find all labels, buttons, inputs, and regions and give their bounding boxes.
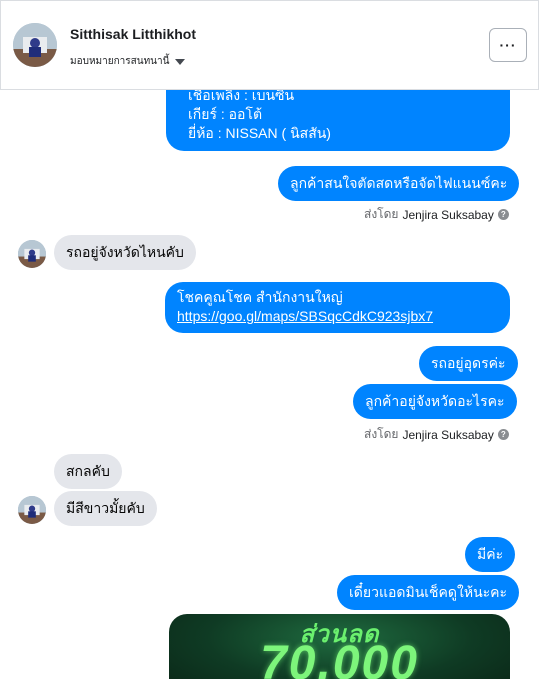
message-text: มีสีขาวมั้ยคับ	[66, 500, 145, 516]
sent-by-name: Jenjira Suksabay	[402, 207, 494, 222]
message-text: ลูกค้าอยู่จังหวัดอะไรคะ	[365, 393, 505, 409]
message-text: เกียร์ : ออโต้	[188, 106, 263, 122]
message-text: มีค่ะ	[477, 546, 504, 562]
sent-by-label: ส่งโดย Jenjira Suksabay ?	[364, 205, 509, 224]
message-text: ยี่ห้อ : NISSAN ( นิสสัน)	[188, 125, 331, 141]
assign-conversation-dropdown[interactable]: มอบหมายการสนทนานี้	[70, 54, 186, 69]
avatar-photo-icon	[18, 240, 46, 268]
message-bubble-outgoing[interactable]: รถอยู่อุดรค่ะ	[419, 346, 518, 381]
message-bubble-outgoing[interactable]: ลูกค้าสนใจตัดสดหรือจัดไฟแนนซ์คะ	[278, 166, 520, 201]
sent-by-name: Jenjira Suksabay	[402, 427, 494, 442]
message-bubble-outgoing[interactable]: ลูกค้าอยู่จังหวัดอะไรคะ	[353, 384, 517, 419]
contact-name[interactable]: Sitthisak Litthikhot	[70, 26, 196, 42]
map-link[interactable]: https://goo.gl/maps/SBSqcCdkC923sjbx7	[177, 307, 498, 326]
message-text: รถอยู่อุดรค่ะ	[431, 355, 506, 371]
sent-by-prefix: ส่งโดย	[364, 427, 399, 441]
sent-by-prefix: ส่งโดย	[364, 207, 399, 221]
message-bubble-outgoing[interactable]: เดี๋ยวแอดมินเช็คดูให้นะคะ	[337, 575, 520, 610]
avatar-photo-icon	[18, 496, 46, 524]
message-text: รถอยู่จังหวัดไหนคับ	[66, 244, 184, 260]
contact-avatar-small[interactable]	[18, 496, 46, 524]
more-options-button[interactable]: ···	[489, 28, 527, 62]
message-text: ลูกค้าสนใจตัดสดหรือจัดไฟแนนซ์คะ	[290, 175, 508, 191]
assign-conversation-label: มอบหมายการสนทนานี้	[70, 56, 170, 67]
message-text: เดี๋ยวแอดมินเช็คดูให้นะคะ	[349, 584, 508, 600]
info-icon[interactable]: ?	[497, 209, 509, 220]
message-list: เชื้อเพลิง : เบนซิน เกียร์ : ออโต้ ยี่ห้…	[0, 90, 539, 679]
promo-image-attachment[interactable]: ส่วนลด 70,000	[169, 614, 510, 679]
message-bubble-outgoing[interactable]: มีค่ะ	[465, 537, 516, 572]
info-icon[interactable]: ?	[497, 429, 509, 440]
conversation-header: Sitthisak Litthikhot มอบหมายการสนทนานี้ …	[0, 0, 539, 90]
message-text: สกลคับ	[66, 463, 110, 479]
message-text: เชื้อเพลิง : เบนซิน	[188, 90, 295, 103]
message-bubble-outgoing[interactable]: เชื้อเพลิง : เบนซิน เกียร์ : ออโต้ ยี่ห้…	[166, 90, 510, 151]
contact-avatar-small[interactable]	[18, 240, 46, 268]
message-bubble-incoming[interactable]: มีสีขาวมั้ยคับ	[54, 491, 157, 526]
sent-by-label: ส่งโดย Jenjira Suksabay ?	[364, 425, 509, 444]
avatar-photo-icon	[13, 23, 57, 67]
message-bubble-incoming[interactable]: รถอยู่จังหวัดไหนคับ	[54, 235, 196, 270]
contact-avatar[interactable]	[13, 23, 57, 67]
message-bubble-incoming[interactable]: สกลคับ	[54, 454, 122, 489]
message-text: โชคคูณโชค สำนักงานใหญ่	[177, 289, 343, 305]
message-bubble-outgoing[interactable]: โชคคูณโชค สำนักงานใหญ่ https://goo.gl/ma…	[165, 282, 510, 333]
promo-discount-amount: 70,000	[260, 637, 419, 679]
caret-down-icon	[175, 58, 186, 65]
